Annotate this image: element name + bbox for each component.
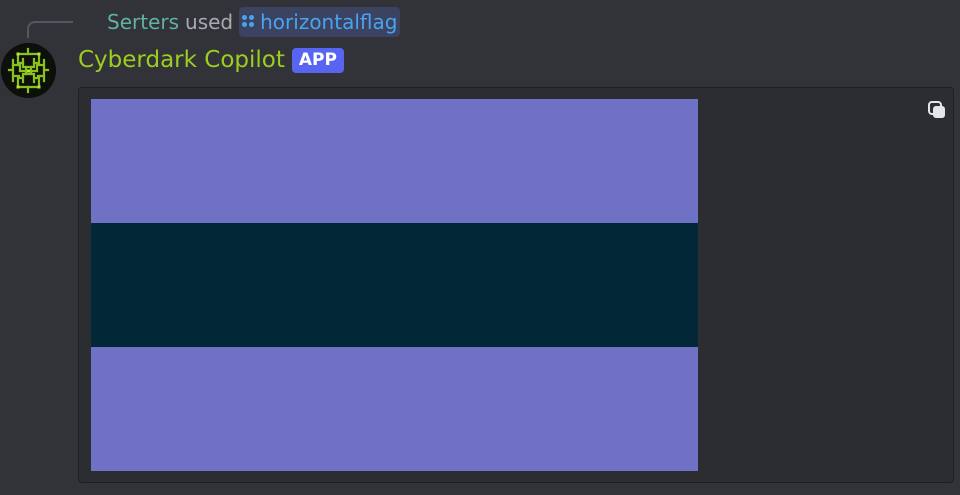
flag-image[interactable] [91,99,698,471]
app-badge: APP [291,47,344,73]
flag-stripe-bottom [91,347,698,471]
reply-context: Serters used horizontalflag [107,6,401,38]
reply-username[interactable]: Serters [107,10,179,34]
reply-used-text: used [185,10,234,34]
flag-stripe-middle [91,223,698,347]
copy-icon [928,101,945,118]
command-mention[interactable]: horizontalflag [239,7,401,37]
circuit-avatar-icon [1,43,56,98]
flag-stripe-top [91,99,698,223]
message-header: Cyberdark Copilot APP [78,44,344,76]
message: Serters used horizontalflag Cyberdark Co… [0,0,960,495]
embed [78,87,954,483]
avatar[interactable] [1,43,56,98]
command-name: horizontalflag [260,10,398,34]
reply-spine [27,21,73,38]
copy-button[interactable] [926,99,948,121]
author-name[interactable]: Cyberdark Copilot [78,47,285,73]
slash-command-icon [242,15,255,29]
